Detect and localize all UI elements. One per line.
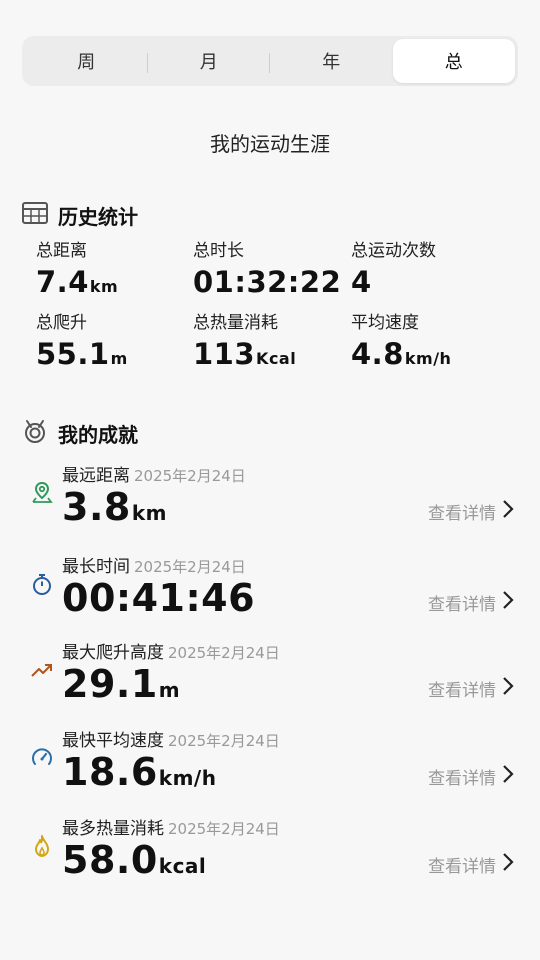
stat-value: 7.4 [36,265,89,299]
view-details-label: 查看详情 [428,769,496,789]
stat-value: 4.8 [351,337,404,371]
stat-value: 55.1 [36,337,110,371]
achievement-value: 18.6 [62,750,158,794]
chevron-right-icon [502,852,514,877]
stat-unit: km [89,277,119,296]
achievements-section-header: 我的成就 [22,418,138,449]
history-heading: 历史统计 [58,205,138,229]
achievement-title: 最多热量消耗 [62,819,164,839]
stat-unit: m [110,349,128,368]
stat-value: 113 [193,337,256,371]
stat-label: 总热量消耗 [193,313,278,333]
chevron-right-icon [502,676,514,701]
achievement-value: 58.0 [62,838,158,882]
stat-label: 平均速度 [351,313,419,333]
medal-icon [22,418,48,449]
stat-total-calories: 总热量消耗 113Kcal [193,308,353,371]
achievement-title: 最长时间 [62,557,130,577]
page-title: 我的运动生涯 [210,132,330,156]
tab-total[interactable]: 总 [392,39,515,83]
achievement-unit: km/h [158,766,217,790]
achievement-max-calories[interactable]: 最多热量消耗 2025年2月24日 58.0kcal 查看详情 [22,814,522,894]
stat-value: 4 [351,265,372,299]
stat-label: 总时长 [193,241,244,261]
tab-week[interactable]: 周 [25,39,148,83]
stat-label: 总爬升 [36,313,87,333]
view-details-label: 查看详情 [428,681,496,701]
view-details-link[interactable]: 查看详情 [428,852,514,877]
achievement-unit: m [158,678,181,702]
stat-label: 总距离 [36,241,87,261]
stat-value: 01:32:22 [193,265,342,299]
view-details-label: 查看详情 [428,504,496,524]
achievement-fastest-speed[interactable]: 最快平均速度 2025年2月24日 18.6km/h 查看详情 [22,726,522,806]
achievement-date: 2025年2月24日 [168,820,280,838]
achievement-title: 最远距离 [62,466,130,486]
achievement-value: 29.1 [62,662,158,706]
view-details-label: 查看详情 [428,595,496,615]
tab-month[interactable]: 月 [148,39,270,83]
view-details-link[interactable]: 查看详情 [428,764,514,789]
achievement-longest-time[interactable]: 最长时间 2025年2月24日 00:41:46 查看详情 [22,552,522,632]
achievement-longest-distance[interactable]: 最远距离 2025年2月24日 3.8km 查看详情 [22,461,522,541]
stat-label: 总运动次数 [351,241,436,261]
view-details-link[interactable]: 查看详情 [428,499,514,524]
trend-up-icon [30,658,54,682]
map-pin-icon [30,481,54,505]
achievement-date: 2025年2月24日 [134,558,246,576]
view-details-link[interactable]: 查看详情 [428,676,514,701]
stat-total-climb: 总爬升 55.1m [36,308,196,371]
speedometer-icon [30,746,54,770]
achievements-heading: 我的成就 [58,423,138,447]
stat-average-speed: 平均速度 4.8km/h [351,308,511,371]
chevron-right-icon [502,764,514,789]
flame-icon [30,834,54,858]
achievement-title: 最大爬升高度 [62,643,164,663]
achievement-date: 2025年2月24日 [134,467,246,485]
stat-total-distance: 总距离 7.4km [36,236,196,299]
achievement-date: 2025年2月24日 [168,644,280,662]
view-details-label: 查看详情 [428,857,496,877]
achievement-unit: km [131,501,167,525]
tab-year[interactable]: 年 [270,39,393,83]
achievement-max-climb[interactable]: 最大爬升高度 2025年2月24日 29.1m 查看详情 [22,638,522,718]
stat-unit: km/h [404,349,452,368]
view-details-link[interactable]: 查看详情 [428,590,514,615]
achievement-unit: kcal [158,854,207,878]
achievement-value: 3.8 [62,485,131,529]
period-tabs: 周 月 年 总 [22,36,518,86]
achievement-value: 00:41:46 [62,576,256,620]
history-section-header: 历史统计 [22,201,138,230]
chevron-right-icon [502,590,514,615]
table-icon [22,202,48,229]
stat-total-count: 总运动次数 4 [351,236,511,299]
stat-unit: Kcal [256,349,297,368]
stopwatch-icon [30,572,54,596]
achievement-date: 2025年2月24日 [168,732,280,750]
chevron-right-icon [502,499,514,524]
stat-total-duration: 总时长 01:32:22 [193,236,353,299]
achievement-title: 最快平均速度 [62,731,164,751]
